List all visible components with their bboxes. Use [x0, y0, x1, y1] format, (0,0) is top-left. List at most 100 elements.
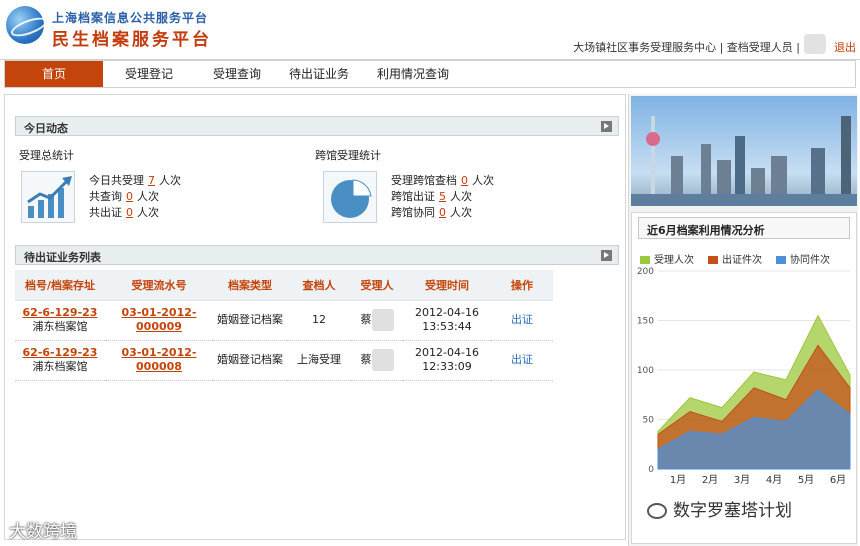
cell-handler: 蔡 — [351, 340, 403, 381]
user-avatar — [804, 34, 826, 54]
issue-cert-link[interactable]: 出证 — [511, 353, 533, 366]
cell-type: 婚姻登记档案 — [213, 300, 287, 341]
legend-swatch — [640, 256, 650, 264]
logo-line1: 上海档案信息公共服务平台 — [52, 11, 209, 25]
handler-redacted — [371, 309, 394, 331]
table-header-row: 档号/档案存址 受理流水号 档案类型 查档人 受理人 受理时间 操作 — [15, 270, 553, 301]
cell-doc: 62-6-129-23 浦东档案馆 — [15, 340, 105, 381]
x-tick-label: 5月 — [798, 474, 814, 486]
stat-value[interactable]: 0 — [457, 174, 472, 187]
stat-value[interactable]: 0 — [122, 206, 137, 219]
stat-label: 共出证 — [89, 206, 122, 219]
x-tick-label: 4月 — [766, 474, 782, 486]
today-section-title: 今日动态 — [24, 122, 68, 135]
cell-type: 婚姻登记档案 — [213, 340, 287, 381]
handler-initial: 蔡 — [360, 353, 372, 366]
serial-link[interactable]: 03-01-2012-000009 — [122, 306, 197, 333]
col-action: 操作 — [491, 270, 553, 301]
cell-serial: 03-01-2012-000009 — [105, 300, 213, 341]
col-type: 档案类型 — [213, 270, 287, 301]
watermark-right-text: 数字罗塞塔计划 — [673, 501, 792, 521]
nav-home[interactable]: 首页 — [5, 61, 103, 87]
col-doc-no: 档号/档案存址 — [15, 270, 105, 301]
expand-icon[interactable] — [601, 121, 612, 132]
x-tick-label: 2月 — [702, 474, 718, 486]
main-panel: 今日动态 受理总统计 今日共受理 7 人次 共查询 0 人次 共出证 0 人次 跨馆受理统计… — [4, 94, 626, 542]
stat-value[interactable]: 0 — [122, 190, 137, 203]
doc-location: 浦东档案馆 — [32, 320, 88, 333]
logo-globe-icon — [6, 6, 44, 44]
y-tick-label: 50 — [643, 416, 655, 426]
stat-label: 跨馆协同 — [391, 206, 435, 219]
pending-table: 档号/档案存址 受理流水号 档案类型 查档人 受理人 受理时间 操作 62-6-… — [15, 270, 553, 381]
stat-label: 跨馆出证 — [391, 190, 435, 203]
accept-time: 12:33:09 — [422, 360, 472, 373]
watermark-left: 大数跨境 — [9, 522, 77, 542]
nav-accept-register[interactable]: 受理登记 — [103, 61, 187, 87]
legend-item: 出证件次 — [708, 251, 762, 266]
legend-swatch — [708, 256, 718, 264]
logo-line2: 民生档案服务平台 — [52, 30, 212, 50]
usage-chart-panel: 近6月档案利用情况分析 受理人次 出证件次 协同件次 0 50 100 150 200 1… — [631, 212, 857, 544]
accept-stat-line: 今日共受理 7 人次 — [89, 173, 181, 189]
table-row: 62-6-129-23 浦东档案馆 03-01-2012-000009 婚姻登记档… — [15, 300, 553, 341]
logout-link[interactable]: 退出 — [834, 39, 856, 55]
stat-value[interactable]: 0 — [435, 206, 450, 219]
col-handler: 受理人 — [351, 270, 403, 301]
col-serial: 受理流水号 — [105, 270, 213, 301]
cross-stats-lines: 受理跨馆查档 0 人次 跨馆出证 5 人次 跨馆协同 0 人次 — [391, 173, 494, 221]
cross-stats-title: 跨馆受理统计 — [315, 149, 381, 162]
watermark-right: 数字罗塞塔计划 — [647, 496, 792, 521]
stat-label: 共查询 — [89, 190, 122, 203]
x-tick-label: 6月 — [830, 474, 846, 486]
main-nav: 首页 受理登记 受理查询 待出证业务 利用情况查询 — [4, 60, 856, 88]
stat-label: 受理跨馆查档 — [391, 174, 457, 187]
stat-unit: 人次 — [137, 190, 159, 203]
y-tick-label: 150 — [637, 317, 654, 327]
chart-title: 近6月档案利用情况分析 — [638, 217, 850, 239]
y-tick-label: 100 — [637, 366, 654, 376]
nav-pending-cert[interactable]: 待出证业务 — [275, 61, 363, 87]
stat-unit: 人次 — [472, 174, 494, 187]
city-skyline-image — [631, 96, 857, 206]
issue-cert-link[interactable]: 出证 — [511, 313, 533, 326]
x-tick-label: 1月 — [670, 474, 686, 486]
cross-stat-line: 跨馆出证 5 人次 — [391, 189, 494, 205]
stat-unit: 人次 — [137, 206, 159, 219]
handler-initial: 蔡 — [360, 313, 372, 326]
cell-time: 2012-04-16 13:53:44 — [403, 300, 491, 341]
accept-stats-title: 受理总统计 — [19, 149, 74, 162]
legend-swatch — [776, 256, 786, 264]
stat-unit: 人次 — [159, 174, 181, 187]
stat-value[interactable]: 7 — [144, 174, 159, 187]
accept-date: 2012-04-16 — [415, 306, 479, 319]
header: 上海档案信息公共服务平台 民生档案服务平台 大场镇社区事务受理服务中心 | 查档… — [0, 0, 860, 60]
accept-stat-line: 共查询 0 人次 — [89, 189, 181, 205]
pending-section-header: 待出证业务列表 — [15, 245, 619, 265]
stat-unit: 人次 — [450, 190, 472, 203]
y-tick-label: 0 — [648, 465, 654, 475]
chart-legend: 受理人次 出证件次 协同件次 — [640, 251, 830, 266]
stat-label: 今日共受理 — [89, 174, 144, 187]
legend-item: 受理人次 — [640, 251, 694, 266]
legend-item: 协同件次 — [776, 251, 830, 266]
doc-no-link[interactable]: 62-6-129-23 — [23, 346, 98, 359]
serial-link[interactable]: 03-01-2012-000008 — [122, 346, 197, 373]
cross-stat-line: 跨馆协同 0 人次 — [391, 205, 494, 221]
cell-action: 出证 — [491, 300, 553, 341]
accept-stat-line: 共出证 0 人次 — [89, 205, 181, 221]
expand-icon[interactable] — [601, 250, 612, 261]
nav-usage-query[interactable]: 利用情况查询 — [363, 61, 463, 87]
col-time: 受理时间 — [403, 270, 491, 301]
wechat-icon — [647, 503, 667, 519]
doc-location: 浦东档案馆 — [32, 360, 88, 373]
pending-section-title: 待出证业务列表 — [24, 251, 101, 264]
stat-value[interactable]: 5 — [435, 190, 450, 203]
today-section-header: 今日动态 — [15, 116, 619, 136]
cell-time: 2012-04-16 12:33:09 — [403, 340, 491, 381]
cell-handler: 蔡 — [351, 300, 403, 341]
nav-accept-query[interactable]: 受理查询 — [187, 61, 275, 87]
doc-no-link[interactable]: 62-6-129-23 — [23, 306, 98, 319]
accept-stats-lines: 今日共受理 7 人次 共查询 0 人次 共出证 0 人次 — [89, 173, 181, 221]
cell-action: 出证 — [491, 340, 553, 381]
